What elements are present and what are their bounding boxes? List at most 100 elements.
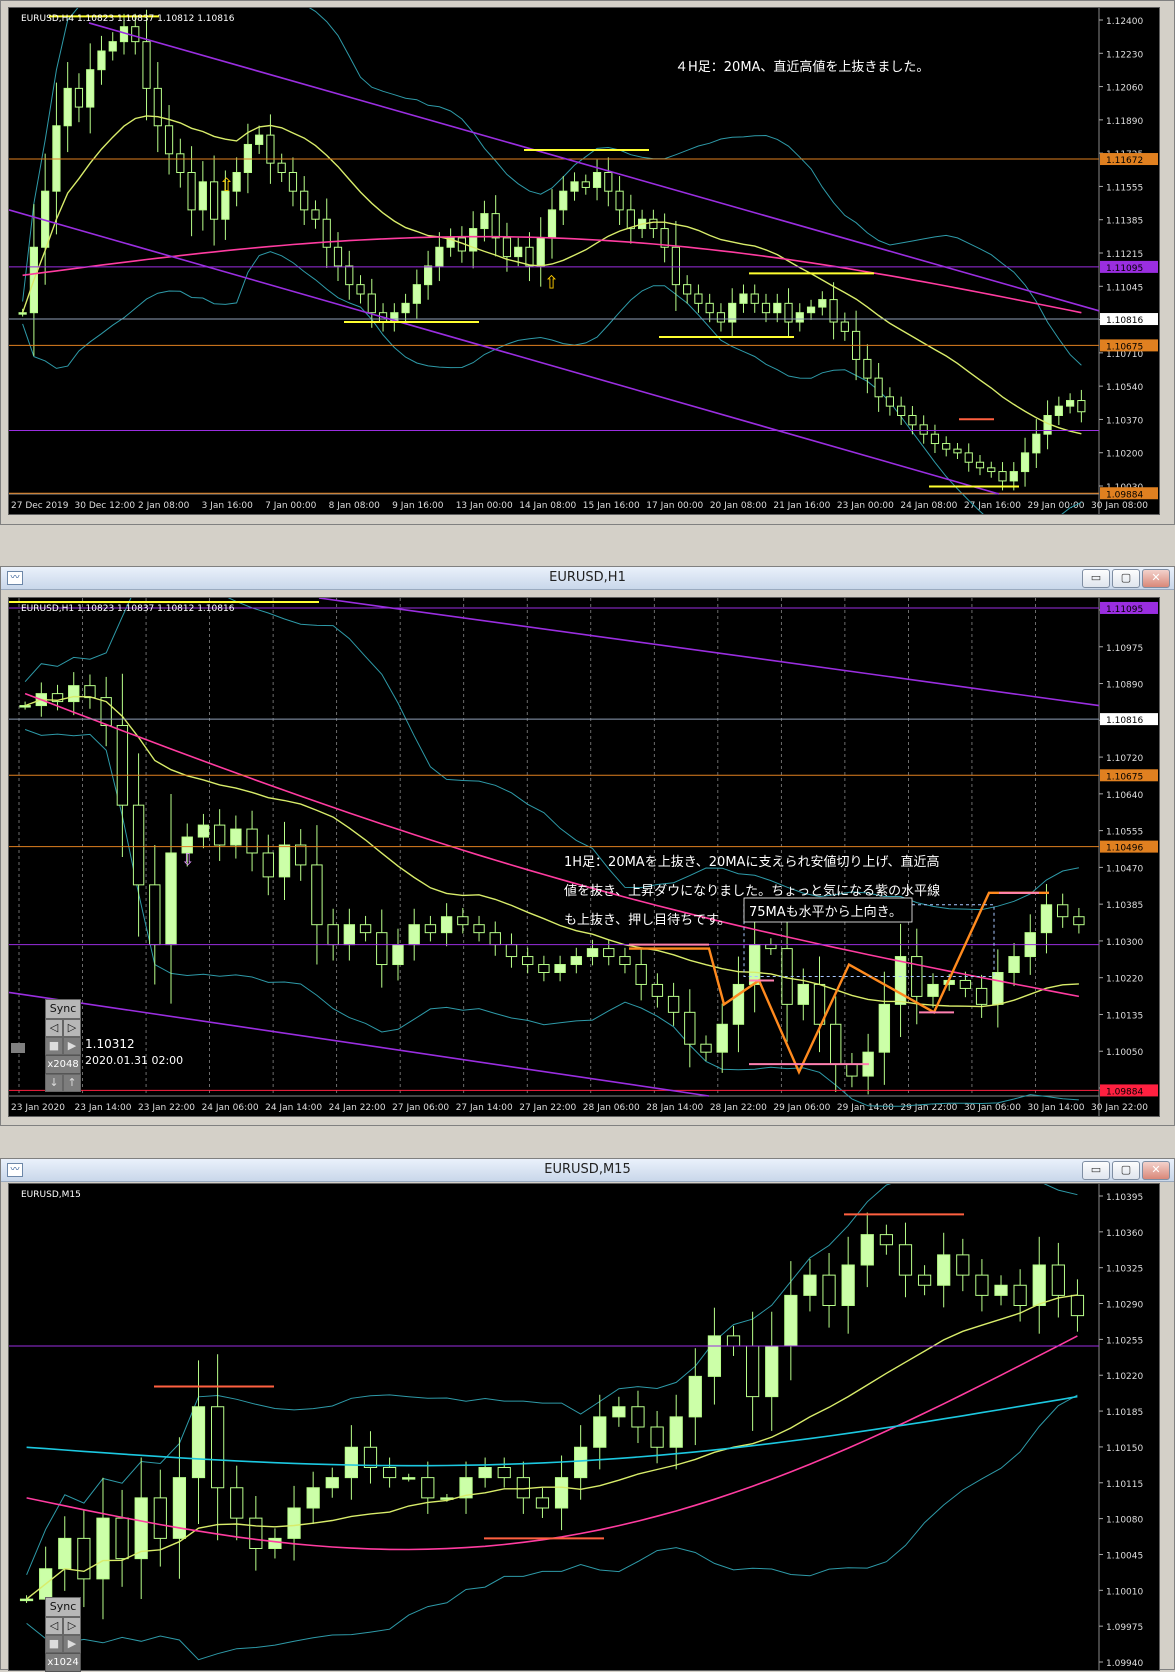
time-label: 7 Jan 00:00 [265,501,317,511]
candle-body [651,983,664,997]
time-label: 24 Jan 22:00 [329,1103,386,1113]
down-arrow-icon: ⇩ [181,850,194,869]
bollinger-lower [24,729,1079,1107]
time-label: 8 Jan 08:00 [329,501,381,511]
time-label: 24 Jan 08:00 [900,501,957,511]
candle-body [58,1537,72,1570]
candle-body [547,209,557,239]
candle-body [345,265,354,286]
candle-body [327,924,339,946]
candle-body [211,1406,225,1489]
symbol-label: EURUSD,H4 1.10823 1.10837 1.10812 1.1081… [21,14,235,24]
candle-body [311,864,323,926]
candle-body [773,302,782,314]
next-icon[interactable]: ▷ [63,1019,81,1037]
minimize-button[interactable]: ▭ [1082,1161,1110,1180]
close-button[interactable]: ✕ [1142,569,1170,588]
candle-body [536,237,545,267]
candle-body [343,924,356,946]
candle-body [684,1011,696,1045]
sync-panel-m15[interactable]: Sync ◁ ▷ ■ ▶ x1024 [45,1597,81,1672]
next-icon[interactable]: ▷ [63,1617,81,1635]
candle-body [917,1274,932,1286]
candle-body [246,828,258,854]
candle-body [707,1335,722,1377]
chart-area-m15[interactable]: 1.10395 1.10360 1.10325 1.10290 1.10255 1.102… [8,1183,1160,1671]
down-arrow-icon[interactable]: ↓ [45,1074,63,1092]
candle-body [927,983,939,997]
candle-body [765,944,777,950]
candle-body [1056,904,1069,918]
candle-body [765,1345,779,1398]
candle-body [1020,452,1030,473]
price-label: 1.10010 [1106,1587,1143,1597]
sync-button[interactable]: Sync [45,999,81,1019]
time-label: 14 Jan 08:00 [519,501,576,511]
close-button[interactable]: ✕ [1142,1161,1170,1180]
chart-window-m15[interactable]: 〰 EURUSD,M15 ▭ ▢ ✕ 1.10395 1.10360 1.10325… [0,1158,1175,1672]
time-label: 24 Jan 14:00 [265,1103,322,1113]
scroll-marker [11,1043,25,1053]
candle-body [480,213,489,230]
candle-body [975,987,988,1005]
candle-body [635,964,647,985]
chart-area-h4[interactable]: 1.124001.122301.120601.118901.117251.115… [8,7,1160,515]
price-label: 1.10255 [1106,1336,1143,1346]
maximize-button[interactable]: ▢ [1112,569,1140,588]
price-label: 1.10220 [1106,975,1143,985]
candle-body [440,916,453,934]
chart-area-h1[interactable]: 1.110601.109751.108901.108051.107201.106… [8,597,1160,1117]
up-arrow-icon[interactable]: ↑ [63,1074,81,1092]
candle-body [153,87,162,127]
candle-body [198,181,207,211]
candle-body [197,824,210,838]
maximize-button[interactable]: ▢ [1112,1161,1140,1180]
play-icon[interactable]: ▶ [63,1037,81,1055]
candle-body [19,705,31,708]
candle-body [108,41,117,52]
candle-body [497,1467,511,1479]
candle-body [412,284,421,304]
titlebar-m15[interactable]: 〰 EURUSD,M15 ▭ ▢ ✕ [1,1159,1174,1182]
candle-body [615,190,624,211]
price-label: 1.12230 [1106,50,1143,60]
candle-body [268,1537,282,1549]
candle-body [739,293,748,304]
chart-window-h1[interactable]: 〰 EURUSD,H1 ▭ ▢ ✕ 1.110601.109751.108901… [0,566,1175,1126]
stop-icon[interactable]: ■ [45,1037,63,1055]
candle-body [424,265,433,286]
sync-button[interactable]: Sync [45,1597,81,1617]
titlebar-h1[interactable]: 〰 EURUSD,H1 ▭ ▢ ✕ [1,567,1174,590]
stop-icon[interactable]: ■ [45,1635,63,1653]
candle-body [457,916,469,926]
candle-body [176,153,185,173]
candle-body [322,218,331,248]
price-label: 1.10555 [1106,828,1143,838]
time-label: 30 Jan 14:00 [1027,1103,1084,1113]
candle-body [376,932,388,966]
price-tag-label: 1.10816 [1106,716,1143,726]
zoom-level: x2048 [45,1055,81,1074]
candle-body [435,246,444,267]
minimize-button[interactable]: ▭ [1082,569,1110,588]
candle-body [885,396,894,407]
price-label: 1.10080 [1106,1516,1143,1526]
time-label: 29 Jan 06:00 [773,1103,830,1113]
h1-chart-svg: 1.110601.109751.108901.108051.107201.106… [9,598,1159,1116]
candle-body [683,284,692,295]
prev-icon[interactable]: ◁ [45,1019,63,1037]
candle-body [898,1244,913,1276]
play-icon[interactable]: ▶ [63,1635,81,1653]
sync-panel-h1[interactable]: Sync ◁ ▷ ■ ▶ x2048 ↓ ↑ [45,999,81,1092]
chart-window-h4[interactable]: 1.124001.122301.120601.118901.117251.115… [0,0,1175,525]
price-label: 1.10640 [1106,791,1143,801]
candle-body [959,979,972,989]
time-label: 30 Jan 08:00 [1091,501,1148,511]
candle-body [382,1467,397,1479]
candle-body [392,944,404,966]
prev-icon[interactable]: ◁ [45,1617,63,1635]
candle-body [421,1477,435,1499]
candle-body [287,1507,301,1539]
time-label: 20 Jan 08:00 [710,501,767,511]
time-label: 27 Jan 14:00 [456,1103,513,1113]
